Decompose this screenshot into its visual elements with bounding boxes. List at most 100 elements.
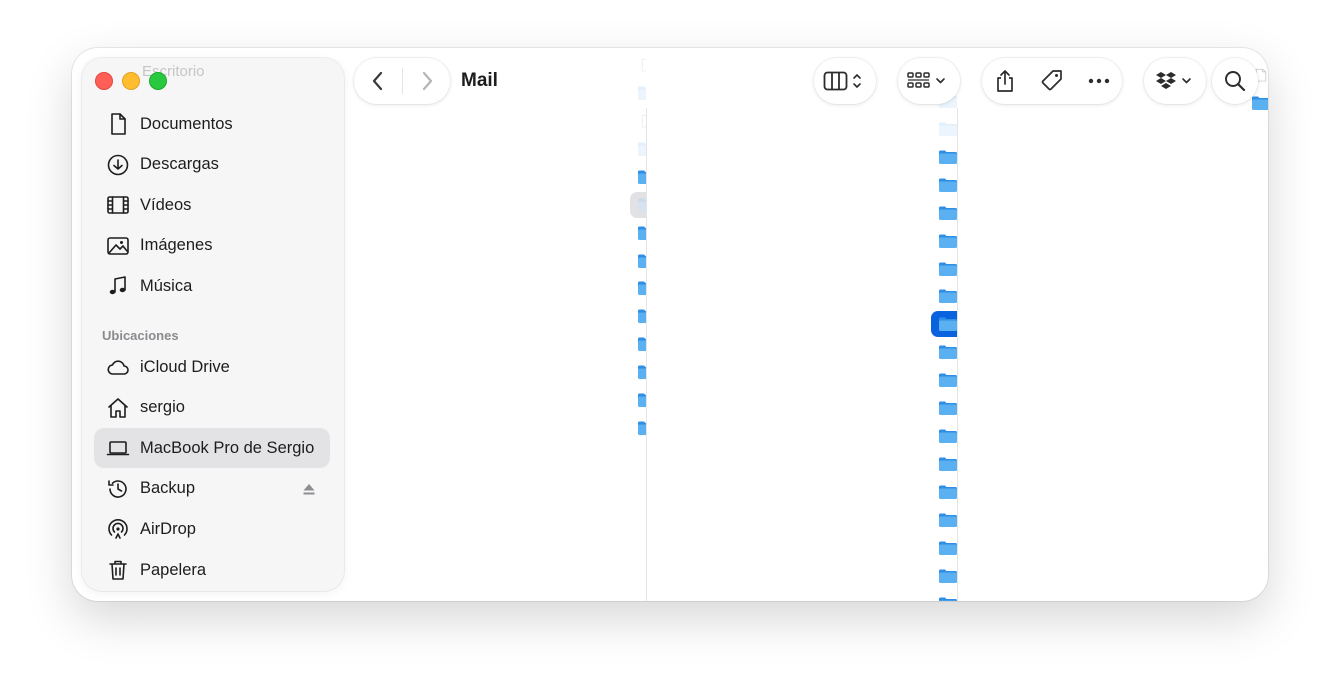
folder-icon — [937, 537, 957, 559]
tag-icon — [1041, 70, 1062, 91]
zoom-window-button[interactable] — [149, 72, 167, 90]
folder-icon — [636, 417, 646, 439]
file-row-cfusertextencoding[interactable]: .CFUserTextEncoding — [630, 52, 646, 78]
folder-icon — [937, 369, 957, 391]
folder-row-keyboard-layouts[interactable]: Keyboard Layouts — [931, 116, 957, 142]
folder-row-launchagents[interactable]: LaunchAgents› — [931, 228, 957, 254]
folder-row-aplicaciones[interactable]: Aplicaciones› — [630, 164, 646, 190]
navigation-buttons — [354, 58, 450, 104]
folder-icon — [937, 593, 957, 601]
folder-row-photos[interactable]: Photos› — [931, 563, 957, 589]
folder-row-v-deos[interactable]: Vídeos› — [630, 415, 646, 441]
folder-row-dropbox[interactable]: Dropbox› — [630, 275, 646, 301]
sidebar-item-im-genes[interactable]: Imágenes — [94, 226, 330, 266]
folder-row-personalizationportrait[interactable]: PersonalizationPortrait› — [931, 535, 957, 561]
folder-row-im-genes[interactable]: Imágenes› — [630, 331, 646, 357]
sidebar-item-airdrop[interactable]: AirDrop — [94, 509, 330, 549]
folder-row-passes[interactable]: Passes› — [931, 507, 957, 533]
search-button[interactable] — [1212, 58, 1258, 104]
folder-row-keyboardservices[interactable]: KeyboardServices› — [931, 144, 957, 170]
forward-button[interactable] — [404, 58, 450, 104]
view-mode-button[interactable] — [814, 58, 876, 104]
folder-row-preferencepanes[interactable]: PreferencePanes› — [931, 591, 957, 601]
share-icon — [997, 70, 1014, 92]
folder-row-descargas[interactable]: Descargas› — [630, 220, 646, 246]
group-button[interactable] — [898, 58, 960, 104]
sidebar-item-descargas[interactable]: Descargas — [94, 145, 330, 185]
more-actions-button[interactable] — [1079, 58, 1119, 104]
tag-button[interactable] — [1032, 58, 1072, 104]
folder-row-messages[interactable]: Messages› — [931, 367, 957, 393]
sidebar-item-documentos[interactable]: Documentos — [94, 104, 330, 144]
folder-icon — [636, 194, 646, 216]
folder-row-languagemodeling[interactable]: LanguageModeling› — [931, 200, 957, 226]
sidebar-item-papelera[interactable]: Papelera — [94, 550, 330, 590]
folder-row-microsoft[interactable]: Microsoft› — [931, 423, 957, 449]
sidebar-item-macbook-pro-de-sergio[interactable]: MacBook Pro de Sergio — [94, 428, 330, 469]
folder-row-mail[interactable]: Mail› — [931, 311, 957, 338]
folder-icon — [937, 202, 957, 224]
sidebar-item-icloud-drive[interactable]: iCloud Drive — [94, 347, 330, 387]
folder-row-logs[interactable]: Logs› — [931, 283, 957, 309]
folder-icon — [636, 222, 646, 244]
column-view-icon — [823, 71, 861, 91]
dropbox-button[interactable] — [1144, 58, 1206, 104]
file-icon — [636, 54, 646, 76]
sidebar-item-label: iCloud Drive — [140, 357, 230, 376]
sidebar-item-v-deos[interactable]: Vídeos — [94, 185, 330, 225]
search-icon — [1225, 71, 1246, 92]
folder-row-zsh-sessions[interactable]: .zsh_sessions› — [630, 136, 646, 162]
folder-icon — [937, 425, 957, 447]
folder-row-news[interactable]: News› — [931, 451, 957, 477]
sidebar-item-label: Imágenes — [140, 236, 213, 255]
folder-icon — [937, 313, 957, 335]
folder-row-ngl[interactable]: NGL› — [931, 479, 957, 505]
sidebar-item-label: AirDrop — [140, 519, 196, 538]
folder-row-lockdownmode[interactable]: LockdownMode› — [931, 256, 957, 282]
share-button[interactable] — [985, 58, 1025, 104]
music-note-icon — [104, 272, 132, 300]
folder-row-metadata[interactable]: Metadata› — [931, 395, 957, 421]
folder-icon — [937, 118, 957, 140]
folder-row-m-sica[interactable]: Música› — [630, 359, 646, 385]
folder-row-p-blica[interactable]: Pública› — [630, 387, 646, 413]
folder-icon — [937, 285, 957, 307]
folder-row-biblioteca[interactable]: Biblioteca› — [630, 191, 646, 218]
trash-icon — [104, 556, 132, 584]
sidebar: Escritorio Documentos Descargas Vídeos Imág… — [82, 58, 344, 591]
sidebar-item-backup[interactable]: Backup — [94, 469, 330, 509]
sidebar-item-label: Música — [140, 276, 193, 295]
folder-icon — [937, 397, 957, 419]
clock-icon — [104, 475, 132, 503]
sidebar-section-ubicaciones: Ubicaciones — [102, 328, 179, 343]
folder-icon — [937, 146, 957, 168]
folder-row-keychains[interactable]: Keychains› — [931, 172, 957, 198]
folder-row-mediaanalysis[interactable]: MediaAnalysis› — [931, 339, 957, 365]
folder-row-documentos[interactable]: Documentos› — [630, 248, 646, 274]
folder-icon — [937, 509, 957, 531]
sidebar-item-label: Vídeos — [140, 195, 192, 214]
eject-icon[interactable] — [302, 482, 316, 496]
minimize-window-button[interactable] — [122, 72, 140, 90]
folder-row-escritorio[interactable]: Escritorio› — [630, 303, 646, 329]
folder-icon — [636, 361, 646, 383]
sidebar-item-label: Descargas — [140, 155, 219, 174]
folder-icon — [937, 230, 957, 252]
close-window-button[interactable] — [95, 72, 113, 90]
sidebar-item-m-sica[interactable]: Música — [94, 266, 330, 306]
file-icon — [636, 110, 646, 132]
folder-row-dropbox[interactable]: .dropbox› — [630, 80, 646, 106]
window-title: Mail — [461, 70, 498, 91]
sidebar-item-sergio[interactable]: sergio — [94, 388, 330, 428]
file-row-zsh-history[interactable]: .zsh_history — [630, 108, 646, 134]
film-icon — [104, 191, 132, 219]
airdrop-icon — [104, 515, 132, 543]
folder-icon — [636, 389, 646, 411]
folder-icon — [937, 453, 957, 475]
folder-icon — [937, 258, 957, 280]
back-button[interactable] — [355, 58, 401, 104]
grid-group-icon — [907, 72, 945, 88]
folder-icon — [636, 333, 646, 355]
sidebar-item-label: Documentos — [140, 114, 233, 133]
download-icon — [104, 151, 132, 179]
